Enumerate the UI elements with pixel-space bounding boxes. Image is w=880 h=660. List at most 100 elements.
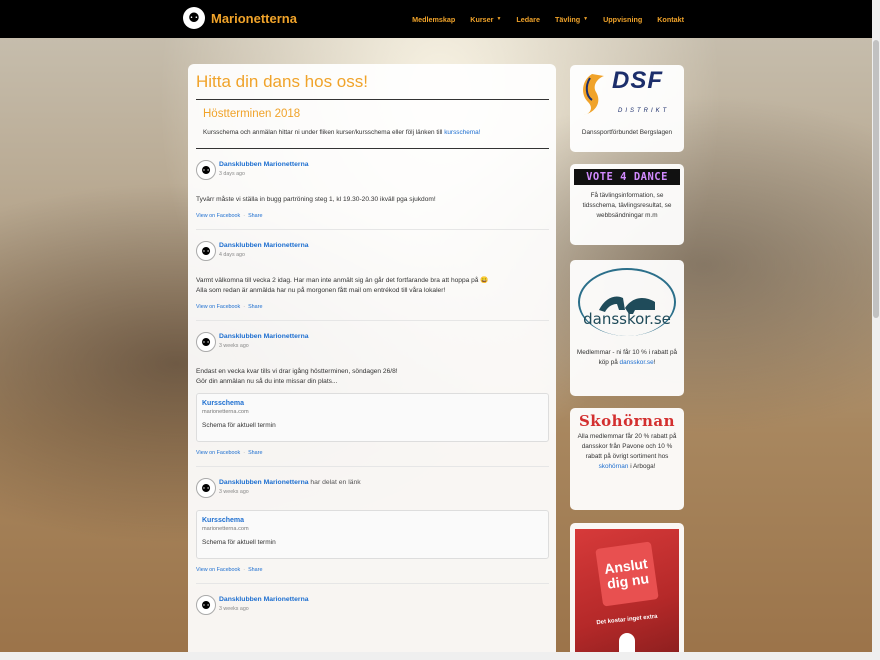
nav-label: Tävling — [554, 14, 581, 24]
separator: · — [243, 450, 246, 456]
separator: · — [243, 567, 246, 573]
caption-text: Alla medlemmar får 20 % rabatt på danssk… — [577, 433, 677, 460]
author-name[interactable]: Dansklubben Marionetterna — [219, 333, 309, 340]
author-name[interactable]: Dansklubben Marionetterna — [219, 242, 309, 249]
nav-item-tavling[interactable]: Tävling ▼ — [555, 15, 588, 24]
post-line: Tyvärr måste vi ställa in bugg partrönin… — [196, 196, 436, 203]
link-preview-card[interactable]: Kursschema marionetterna.com Schema för … — [196, 393, 549, 442]
view-on-facebook-link[interactable]: View on Facebook — [196, 213, 240, 219]
post-actions: View on Facebook · Share — [196, 567, 549, 573]
post-meta: Dansklubben Marionetterna har delat en l… — [219, 479, 361, 495]
post-time[interactable]: 3 weeks ago — [219, 489, 361, 495]
scrollbar-thumb[interactable] — [873, 40, 879, 318]
nav-item-ledare[interactable]: Ledare — [516, 15, 540, 24]
facebook-post: ⚉ Dansklubben Marionetterna 3 weeks ago … — [196, 332, 549, 467]
horizontal-scrollbar[interactable] — [0, 652, 872, 660]
post-author[interactable]: Dansklubben Marionetterna — [219, 333, 309, 340]
post-author[interactable]: Dansklubben Marionetterna — [219, 596, 309, 603]
post-body: Varmt välkomna till vecka 2 idag. Har ma… — [196, 276, 549, 296]
nav-item-kurser[interactable]: Kurser ▼ — [470, 15, 501, 24]
skohornan-widget[interactable]: Skohörnan Alla medlemmar får 20 % rabatt… — [570, 408, 684, 510]
dancing-couple-logo-icon: ⚉ — [183, 7, 205, 29]
nav-item-uppvisning[interactable]: Uppvisning — [603, 15, 642, 24]
share-link[interactable]: Share — [248, 213, 262, 219]
divider — [196, 99, 549, 100]
post-time[interactable]: 4 days ago — [219, 252, 309, 258]
dansskor-link[interactable]: dansskor.se — [620, 359, 654, 366]
author-name[interactable]: Dansklubben Marionetterna — [219, 479, 309, 486]
card-description: Schema för aktuell termin — [202, 539, 276, 546]
post-meta: Dansklubben Marionetterna 4 days ago — [219, 242, 309, 258]
link-preview-card[interactable]: Kursschema marionetterna.com Schema för … — [196, 510, 549, 559]
dansskor-logo[interactable]: dansskor.se — [570, 268, 684, 346]
section-title: Höstterminen 2018 — [203, 108, 301, 120]
dsf-caption: Danssportförbundet Bergslagen — [581, 129, 673, 136]
view-on-facebook-link[interactable]: View on Facebook — [196, 450, 240, 456]
avatar[interactable]: ⚉ — [196, 478, 216, 498]
caret-down-icon: ▼ — [496, 16, 502, 22]
avatar[interactable]: ⚉ — [196, 160, 216, 180]
post-time[interactable]: 3 weeks ago — [219, 343, 309, 349]
facebook-post: ⚉ Dansklubben Marionetterna 3 days ago T… — [196, 160, 549, 230]
card-title[interactable]: Kursschema — [202, 517, 543, 524]
post-actions: View on Facebook · Share — [196, 450, 549, 456]
nav-item-medlemskap[interactable]: Medlemskap — [412, 15, 455, 24]
post-body: Tyvärr måste vi ställa in bugg partrönin… — [196, 195, 549, 205]
vertical-scrollbar[interactable] — [872, 0, 880, 660]
view-on-facebook-link[interactable]: View on Facebook — [196, 304, 240, 310]
avatar[interactable]: ⚉ — [196, 241, 216, 261]
post-meta: Dansklubben Marionetterna 3 weeks ago — [219, 333, 309, 349]
post-divider — [196, 320, 549, 321]
author-name[interactable]: Dansklubben Marionetterna — [219, 596, 309, 603]
caret-down-icon: ▼ — [583, 16, 589, 22]
facebook-post: ⚉ Dansklubben Marionetterna 3 weeks ago — [196, 595, 549, 615]
vote4dance-widget[interactable]: VOTE 4 DANCE Få tävlingsinformation, se … — [570, 164, 684, 245]
post-line: Varmt välkomna till vecka 2 idag. Har ma… — [196, 277, 489, 284]
skohornan-link[interactable]: skohörnan — [599, 463, 629, 470]
post-header: ⚉ Dansklubben Marionetterna 3 weeks ago — [196, 595, 549, 615]
view-on-facebook-link[interactable]: View on Facebook — [196, 567, 240, 573]
post-header: ⚉ Dansklubben Marionetterna 3 days ago — [196, 160, 549, 180]
kursschema-link[interactable]: kursschema! — [444, 129, 480, 136]
term-section: Höstterminen 2018 Kursschema och anmälan… — [196, 108, 549, 136]
dsf-logo[interactable]: DSF DISTRIKT — [570, 69, 684, 122]
share-link[interactable]: Share — [248, 304, 262, 310]
post-author[interactable]: Dansklubben Marionetterna har delat en l… — [219, 479, 361, 486]
post-time[interactable]: 3 weeks ago — [219, 606, 309, 612]
card-title[interactable]: Kursschema — [202, 400, 543, 407]
dsf-widget[interactable]: DSF DISTRIKT Danssportförbundet Bergslag… — [570, 65, 684, 152]
nav-item-kontakt[interactable]: Kontakt — [657, 15, 684, 24]
avatar[interactable]: ⚉ — [196, 595, 216, 615]
post-header: ⚉ Dansklubben Marionetterna 3 weeks ago — [196, 332, 549, 352]
anslut-banner[interactable]: Anslut dig nu Det kostar inget extra — [575, 529, 679, 659]
brand-name[interactable]: Marionetterna — [211, 11, 297, 26]
avatar[interactable]: ⚉ — [196, 332, 216, 352]
separator: · — [243, 213, 246, 219]
vote4dance-logo[interactable]: VOTE 4 DANCE — [574, 169, 680, 185]
nav-label: Kontakt — [657, 14, 684, 24]
divider — [196, 148, 549, 149]
share-link[interactable]: Share — [248, 567, 262, 573]
post-line: Gör din anmälan nu så du inte missar din… — [196, 378, 338, 385]
brand[interactable]: ⚉ Marionetterna — [183, 7, 297, 29]
shared-link-text: har delat en länk — [308, 479, 361, 486]
post-author[interactable]: Dansklubben Marionetterna — [219, 242, 309, 249]
author-name[interactable]: Dansklubben Marionetterna — [219, 161, 309, 168]
post-divider — [196, 583, 549, 584]
nav-label: Medlemskap — [412, 14, 456, 24]
post-time[interactable]: 3 days ago — [219, 171, 309, 177]
share-link[interactable]: Share — [248, 450, 262, 456]
page-title: Hitta din dans hos oss! — [196, 72, 368, 91]
post-header: ⚉ Dansklubben Marionetterna har delat en… — [196, 478, 549, 498]
vote4dance-caption: Få tävlingsinformation, se tidsschema, t… — [582, 192, 672, 219]
separator: · — [243, 304, 246, 310]
post-line: Endast en vecka kvar tills vi drar igång… — [196, 368, 398, 375]
skohornan-logo[interactable]: Skohörnan — [570, 414, 684, 429]
anslut-widget[interactable]: Anslut dig nu Det kostar inget extra — [570, 523, 684, 660]
card-domain: marionetterna.com — [202, 409, 249, 415]
card-domain: marionetterna.com — [202, 526, 249, 532]
post-author[interactable]: Dansklubben Marionetterna — [219, 161, 309, 168]
skohornan-caption: Alla medlemmar får 20 % rabatt på danssk… — [570, 432, 684, 472]
caption-text: ! — [653, 359, 656, 366]
dansskor-widget[interactable]: dansskor.se Medlemmar - ni får 10 % i ra… — [570, 260, 684, 396]
